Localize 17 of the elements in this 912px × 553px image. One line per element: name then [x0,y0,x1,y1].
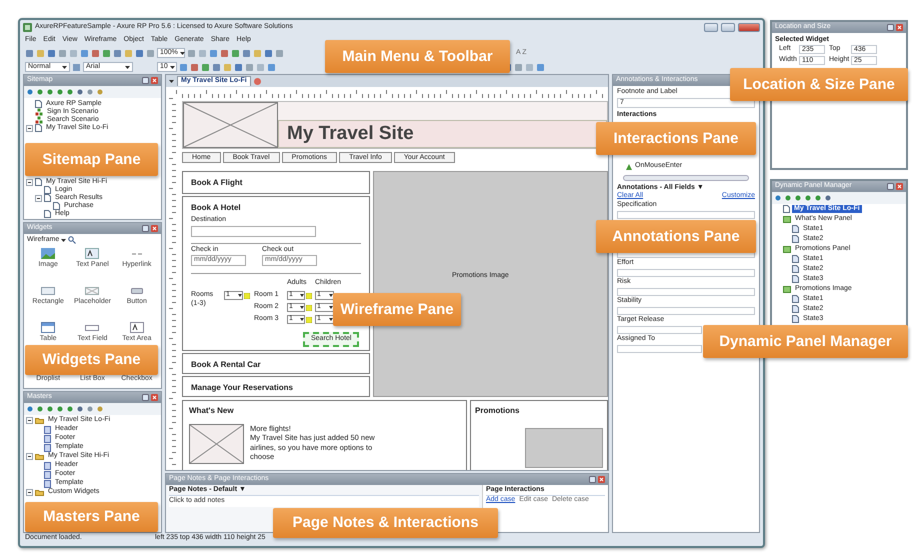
section-heading: Manage Your Reservations [191,382,294,393]
callout-label: Page Notes & Interactions [273,508,498,538]
section-heading: Promotions [475,406,520,416]
section-heading: Book A Hotel [191,202,242,213]
site-title: My Travel Site [278,120,607,148]
callout-label: Widgets Pane [25,345,158,375]
callout-label: Interactions Pane [596,122,756,155]
callout-label: Wireframe Pane [333,293,461,326]
section-heading: Book A Rental Car [191,360,262,370]
callout-label: Annotations Pane [596,220,756,253]
section-heading: Book A Flight [191,178,244,188]
callout-label: Sitemap Pane [25,143,158,176]
callout-label: Masters Pane [25,502,158,532]
callout-label: Main Menu & Toolbar [325,40,510,73]
section-heading: What's New [189,406,235,416]
callout-label: Location & Size Pane [730,68,908,101]
callout-label: Dynamic Panel Manager [703,325,908,358]
